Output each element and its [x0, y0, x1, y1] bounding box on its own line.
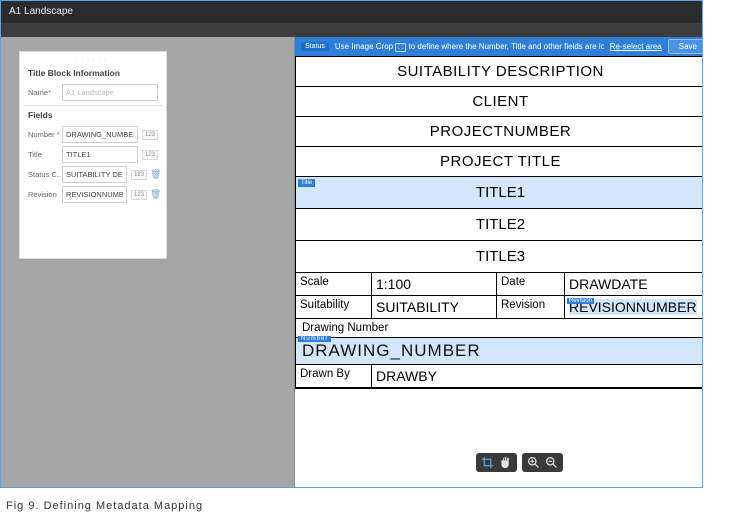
scale-label[interactable]: Scale — [296, 273, 372, 295]
row-suitability-desc[interactable]: SUITABILITY DESCRIPTION — [296, 57, 703, 87]
drawnby-label[interactable]: Drawn By — [296, 365, 372, 387]
suitability-value[interactable]: SUITABILITY — [372, 296, 497, 318]
app-window: A1 Landscape :::::: Title Block Informat… — [0, 0, 703, 488]
drawing-number-value[interactable]: Number DRAWING_NUMBER — [296, 338, 703, 365]
main-area: :::::: Title Block Information Name* Fie… — [1, 37, 702, 488]
view-toolbar — [476, 453, 563, 472]
field-label: Number * — [28, 130, 62, 139]
field-input-revision[interactable] — [62, 186, 127, 203]
reselect-link[interactable]: Re-select area — [610, 42, 662, 51]
section-fields: Fields — [28, 110, 158, 120]
date-value[interactable]: DRAWDATE — [565, 273, 703, 295]
row-title2[interactable]: TITLE2 — [296, 209, 703, 241]
crop-icon: ⛶ — [395, 43, 406, 52]
title-block: SUITABILITY DESCRIPTION CLIENT PROJECTNU… — [295, 56, 703, 389]
date-label[interactable]: Date — [497, 273, 565, 295]
title-tag: Title — [298, 179, 315, 187]
row-client[interactable]: CLIENT — [296, 87, 703, 117]
field-badge[interactable]: 123 — [131, 190, 147, 200]
field-badge[interactable]: 123 — [131, 170, 147, 180]
scale-value[interactable]: 1:100 — [372, 273, 497, 295]
tool-group-nav — [476, 453, 517, 472]
row-suit-rev: Suitability SUITABILITY Revision Revisio… — [296, 296, 703, 319]
drawing-canvas: Status Use Image Crop ⛶ to define where … — [294, 37, 703, 488]
field-row-title: Title 123 — [28, 146, 158, 163]
suitability-label[interactable]: Suitability — [296, 296, 372, 318]
row-drawnby: Drawn By DRAWBY — [296, 365, 703, 388]
panel-grip[interactable]: :::::: — [28, 58, 158, 64]
field-input-status[interactable] — [62, 166, 127, 183]
row-scale-date: Scale 1:100 Date DRAWDATE — [296, 273, 703, 296]
field-input-title[interactable] — [62, 146, 138, 163]
name-input[interactable] — [62, 84, 158, 101]
field-row-revision: Revision 123 🗑 — [28, 186, 158, 203]
row-projectnumber[interactable]: PROJECTNUMBER — [296, 117, 703, 147]
row-projecttitle[interactable]: PROJECT TITLE — [296, 147, 703, 177]
zoom-out-icon[interactable] — [545, 456, 558, 469]
revision-label[interactable]: Revision — [497, 296, 565, 318]
number-tag: Number — [298, 336, 331, 342]
trash-icon[interactable]: 🗑 — [150, 169, 158, 180]
drawnby-value[interactable]: DRAWBY — [372, 365, 703, 387]
name-row: Name* — [28, 84, 158, 101]
name-label: Name* — [28, 88, 62, 97]
crop-message: Use Image Crop ⛶ to define where the Num… — [335, 42, 604, 52]
field-label: Revision — [28, 190, 62, 199]
drawing-number-label[interactable]: Drawing Number — [296, 319, 703, 338]
tool-group-zoom — [522, 453, 563, 472]
field-row-status: Status C.. 123 🗑 — [28, 166, 158, 183]
row-title3[interactable]: TITLE3 — [296, 241, 703, 273]
revision-value[interactable]: Revision REVISIONNUMBER — [565, 296, 703, 318]
field-badge[interactable]: 123 — [142, 150, 158, 160]
field-row-number: Number * 123 — [28, 126, 158, 143]
revision-tag: Revision — [567, 298, 594, 304]
crop-instruction-bar: Status Use Image Crop ⛶ to define where … — [295, 37, 703, 56]
zoom-in-icon[interactable] — [527, 456, 540, 469]
trash-icon[interactable]: 🗑 — [150, 189, 158, 200]
menu-bar — [1, 23, 702, 37]
figure-caption: Fig 9. Defining Metadata Mapping — [6, 500, 733, 512]
field-badge[interactable]: 123 — [142, 130, 158, 140]
window-title: A1 Landscape — [1, 1, 702, 23]
section-title-info: Title Block Information — [28, 68, 158, 78]
title-block-panel: :::::: Title Block Information Name* Fie… — [19, 51, 167, 259]
status-tag[interactable]: Status — [301, 42, 329, 51]
field-label: Status C.. — [28, 170, 62, 179]
row-title1[interactable]: Title TITLE1 — [296, 177, 703, 209]
pan-tool-icon[interactable] — [499, 456, 512, 469]
save-button[interactable]: Save — [668, 39, 703, 54]
field-label: Title — [28, 150, 62, 159]
field-input-number[interactable] — [62, 126, 138, 143]
crop-tool-icon[interactable] — [481, 456, 494, 469]
